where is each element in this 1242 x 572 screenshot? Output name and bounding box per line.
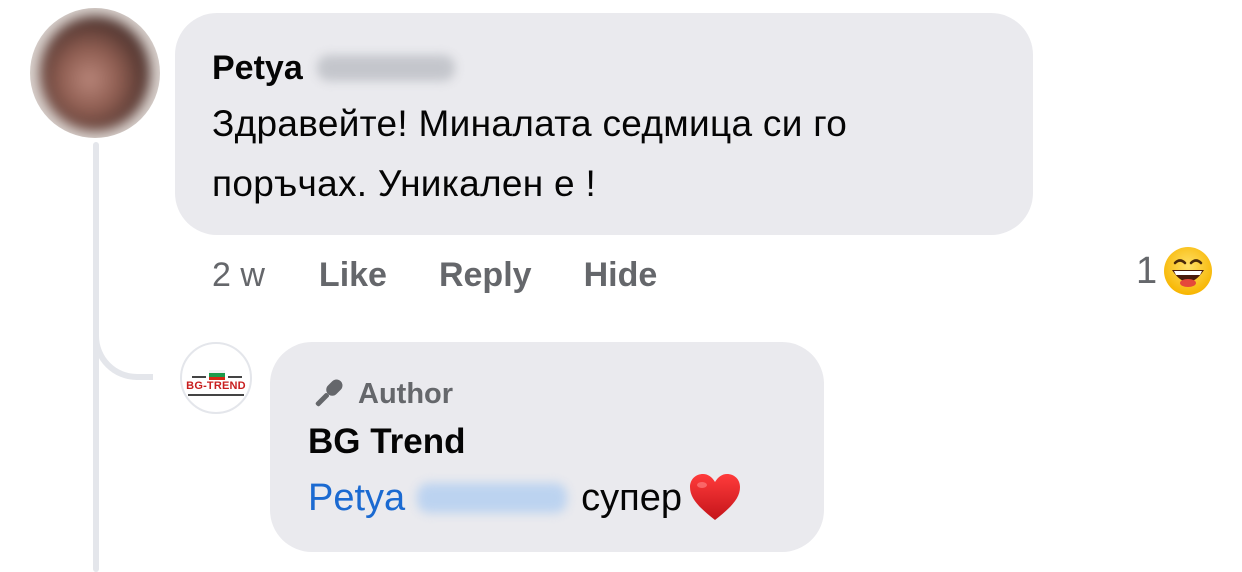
like-button[interactable]: Like [319,256,387,295]
blurred-mention-last-name [417,483,568,513]
comment-timestamp[interactable]: 2 w [212,256,265,295]
flag-icon [209,370,225,380]
reply-message: супер [581,477,683,519]
grinning-squinting-face-icon [1164,247,1213,295]
comment-actions: 2 w Like Reply Hide [212,252,709,298]
author-name[interactable]: Petya [212,48,303,88]
logo-text: BG-TREND [186,380,246,392]
reply-text: Petya супер [308,470,742,526]
mention-link[interactable]: Petya [308,470,405,526]
reaction-summary[interactable]: 1 [1136,246,1213,296]
page-avatar[interactable]: BG-TREND [180,342,252,414]
comment-author[interactable]: Petya [212,48,455,88]
hide-button[interactable]: Hide [584,256,658,295]
microphone-icon [315,379,343,407]
thread-connector [93,300,153,380]
avatar[interactable] [30,8,160,138]
red-heart-icon [690,474,741,520]
reply-button[interactable]: Reply [439,256,532,295]
author-badge-label: Author [358,377,454,410]
comment-text: Здравейте! Миналата седмица си го поръча… [212,103,848,204]
reply-author-name[interactable]: BG Trend [308,421,466,463]
blurred-last-name [316,55,455,81]
author-badge: Author [308,374,453,414]
reaction-count: 1 [1136,249,1158,292]
